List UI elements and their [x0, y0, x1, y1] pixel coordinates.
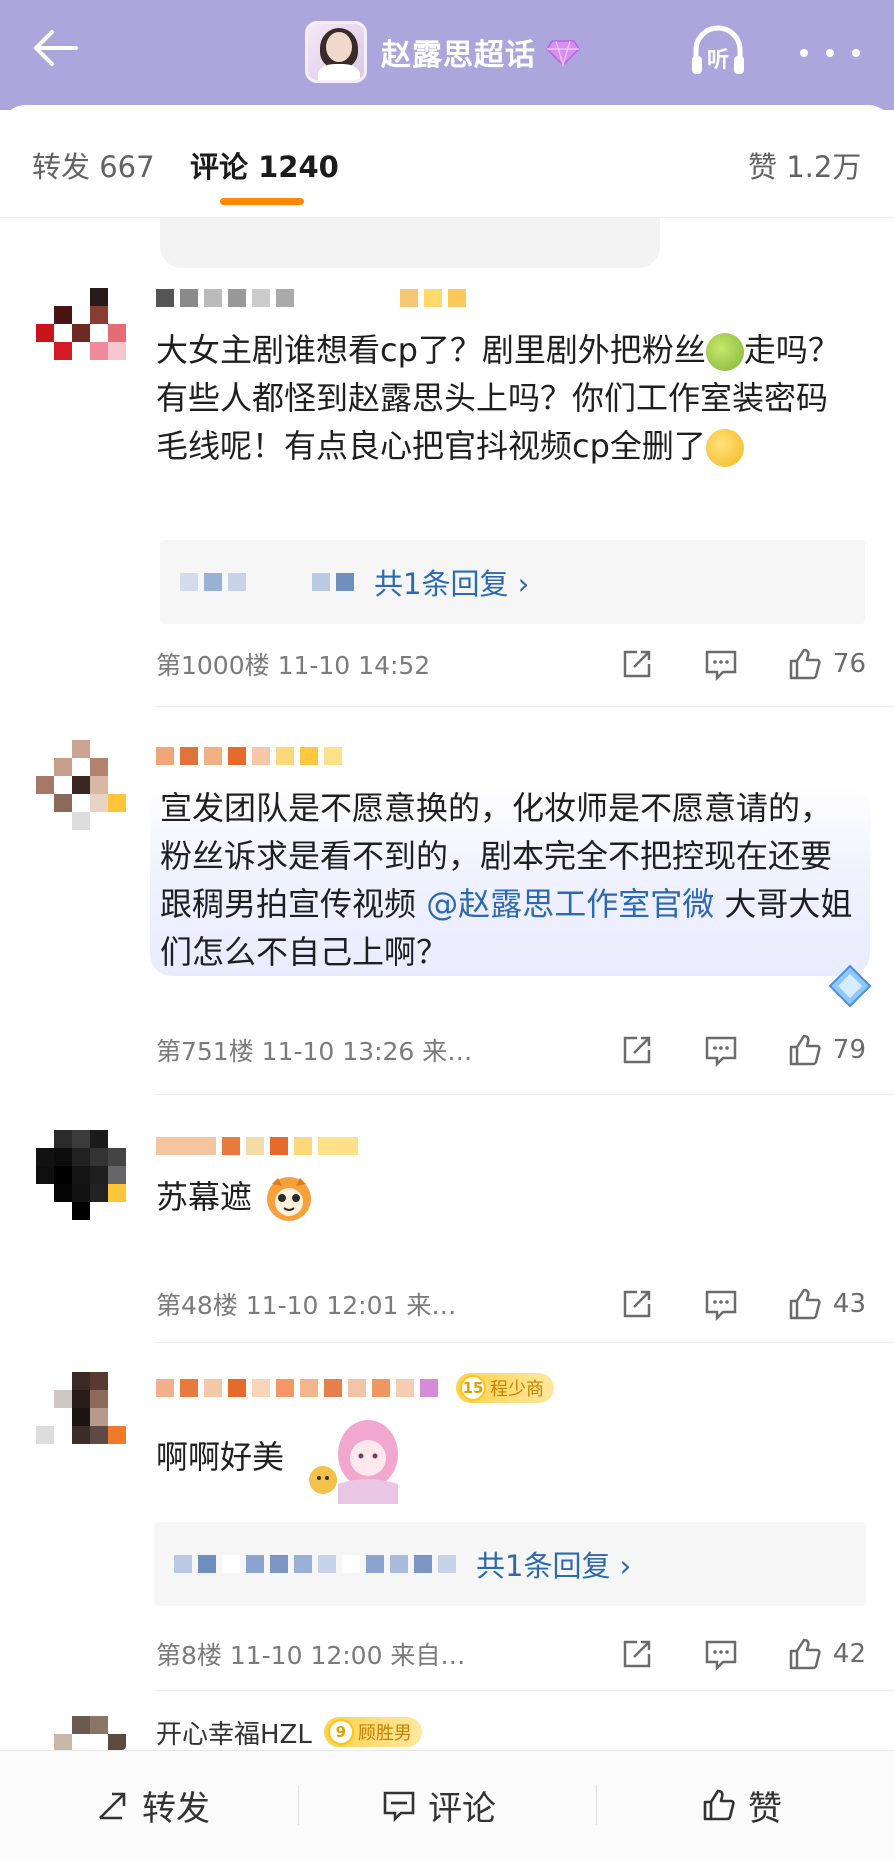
comment-meta: 第1000楼 11-10 14:52 76	[156, 644, 866, 684]
anime-girl-sticker-icon	[309, 1420, 399, 1504]
share-button[interactable]	[619, 1286, 655, 1322]
reply-button[interactable]	[703, 1032, 739, 1068]
fan-level-badge: 9 顾胜男	[323, 1717, 422, 1747]
page-title: 赵露思超话	[381, 38, 536, 73]
more-options-button[interactable]	[800, 38, 860, 68]
thumbs-up-icon	[789, 1288, 821, 1320]
active-tab-indicator	[220, 198, 304, 205]
like-button[interactable]: 76	[787, 646, 866, 682]
comment-meta: 第8楼 11-10 12:00 来自… 42	[156, 1634, 866, 1674]
share-button[interactable]	[619, 1636, 655, 1672]
reply-preview[interactable]: 共1条回复 ›	[154, 1522, 866, 1606]
like-count: 76	[832, 649, 866, 679]
repost-label: 转发	[142, 1788, 210, 1829]
dot-icon	[800, 49, 808, 57]
floor-timestamp: 第751楼 11-10 13:26 来…	[156, 1037, 473, 1066]
username-mosaic[interactable]: 15 程少商	[156, 1372, 554, 1404]
floor-timestamp: 第8楼 11-10 12:00 来自…	[156, 1641, 466, 1670]
comment-icon	[705, 1640, 737, 1672]
listen-button[interactable]: 听	[688, 20, 748, 82]
mention-link[interactable]: @赵露思工作室官微	[426, 885, 714, 923]
divider	[156, 1094, 894, 1095]
share-button[interactable]	[619, 1032, 655, 1068]
username-mosaic[interactable]	[156, 1130, 364, 1162]
reply-button[interactable]	[703, 646, 739, 682]
avatar[interactable]	[36, 740, 126, 830]
back-arrow-icon	[34, 30, 78, 66]
divider	[156, 706, 894, 707]
comment-text: 宣发团队是不愿意换的，化妆师是不愿意请的，粉丝诉求是看不到的，剧本完全不把控现在…	[150, 784, 870, 976]
comment-meta: 第48楼 11-10 12:01 来… 43	[156, 1284, 866, 1324]
username-mosaic[interactable]	[156, 740, 348, 772]
avatar[interactable]	[36, 1130, 126, 1220]
floor-timestamp: 第48楼 11-10 12:01 来…	[156, 1291, 457, 1320]
top-app-bar: 赵露思超话 听	[0, 0, 894, 110]
repost-icon	[99, 1792, 126, 1820]
comment-meta: 第751楼 11-10 13:26 来… 79	[156, 1030, 866, 1070]
avatar[interactable]	[36, 288, 126, 378]
like-bottom-button[interactable]: 赞	[702, 1781, 782, 1829]
dot-icon	[852, 49, 860, 57]
share-icon	[623, 1640, 651, 1668]
listen-label: 听	[706, 48, 729, 73]
thumbs-up-icon	[789, 1638, 821, 1670]
reply-button[interactable]	[703, 1286, 739, 1322]
comment-icon	[383, 1791, 415, 1822]
like-button[interactable]: 43	[787, 1286, 866, 1322]
tiger-sticker-icon	[267, 1177, 312, 1221]
divider	[156, 1690, 894, 1691]
reply-count-link[interactable]: 共1条回复 ›	[476, 1543, 631, 1585]
divider	[596, 1785, 597, 1825]
diamond-icon	[546, 40, 580, 67]
comment-label: 评论	[428, 1788, 496, 1829]
share-icon	[623, 1036, 651, 1064]
divider	[298, 1785, 299, 1825]
repost-button[interactable]: 转发	[96, 1781, 210, 1829]
comment-button[interactable]: 评论	[382, 1781, 496, 1829]
bottom-action-bar: 转发 评论 赞	[0, 1750, 894, 1859]
thumbs-up-icon	[789, 648, 821, 680]
reply-count-link[interactable]: 共1条回复 ›	[374, 561, 529, 603]
comment-text: 苏幕遮	[156, 1172, 856, 1226]
tab-comments[interactable]: 评论 1240	[190, 144, 339, 186]
comment-text: 大女主剧谁想看cp了？剧里剧外把粉丝 走吗？有些人都怪到赵露思头上吗？你们工作室装…	[156, 331, 840, 467]
previous-reply-box	[160, 218, 660, 268]
sweat-emoji-icon	[705, 429, 744, 467]
thumbs-up-icon	[703, 1789, 735, 1821]
supertopic-title[interactable]: 赵露思超话	[305, 18, 580, 86]
nauseated-emoji-icon	[705, 333, 744, 371]
divider	[156, 1342, 894, 1343]
like-count: 42	[832, 1639, 866, 1669]
share-icon	[623, 1290, 651, 1318]
tab-repost[interactable]: 转发 667	[32, 144, 155, 186]
thumbs-up-icon	[789, 1034, 821, 1066]
comment-icon	[705, 1290, 737, 1322]
like-button[interactable]: 42	[787, 1636, 866, 1672]
like-label: 赞	[748, 1788, 782, 1829]
dot-icon	[826, 49, 834, 57]
comment-icon	[705, 650, 737, 682]
diamond-sticker-icon	[828, 964, 872, 1008]
comment-text: 啊啊好美	[156, 1414, 856, 1504]
share-icon	[623, 650, 651, 678]
username[interactable]: 开心幸福HZL 9 顾胜男	[156, 1716, 422, 1750]
reply-preview[interactable]: 共1条回复 ›	[160, 540, 865, 624]
like-count: 43	[832, 1289, 866, 1319]
share-button[interactable]	[619, 646, 655, 682]
like-count: 79	[832, 1035, 866, 1065]
comment-icon	[705, 1036, 737, 1068]
floor-timestamp: 第1000楼 11-10 14:52	[156, 651, 431, 680]
avatar[interactable]	[36, 1716, 126, 1750]
tab-likes[interactable]: 赞 1.2万	[748, 144, 861, 186]
tab-bar: 转发 667 评论 1240 赞 1.2万	[0, 108, 894, 218]
reply-button[interactable]	[703, 1636, 739, 1672]
avatar[interactable]	[36, 1372, 126, 1462]
fan-level-badge: 15 程少商	[456, 1373, 554, 1403]
back-button[interactable]	[30, 28, 90, 78]
username-mosaic[interactable]	[156, 282, 472, 314]
like-button[interactable]: 79	[787, 1032, 866, 1068]
supertopic-avatar	[305, 21, 367, 83]
